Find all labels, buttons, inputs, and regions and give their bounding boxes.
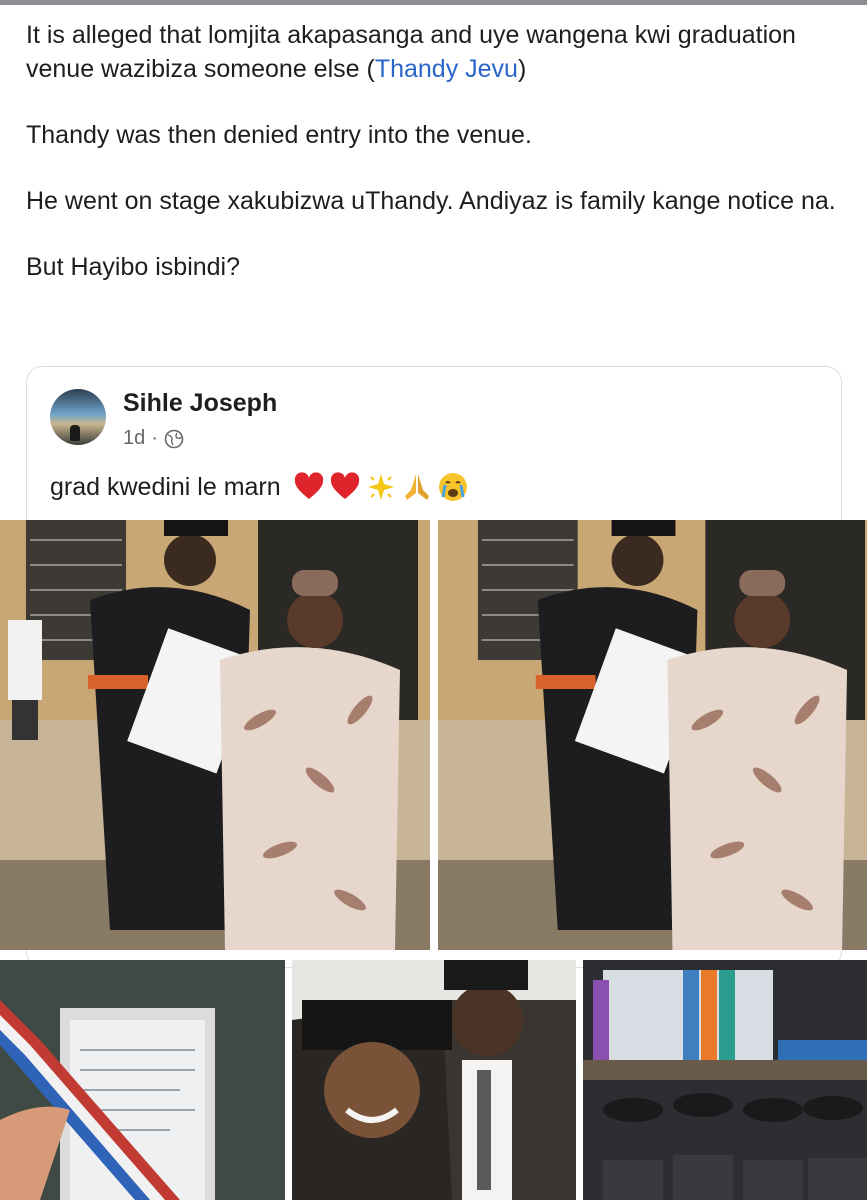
author-name[interactable]: Sihle Joseph [123, 389, 277, 418]
post-body: It is alleged that lomjita akapasanga an… [26, 18, 846, 316]
graduation-photo-2[interactable] [438, 520, 867, 950]
globe-icon [164, 429, 184, 448]
meta-separator: · [151, 427, 158, 449]
selfie-photo[interactable] [292, 960, 576, 1200]
avatar[interactable] [50, 389, 106, 445]
top-divider [0, 0, 867, 5]
heart-emoji-icon [294, 472, 323, 499]
post-paragraph-4: But Hayibo isbindi? [26, 253, 241, 281]
post-text-segment: ) [517, 55, 527, 83]
heart-emoji-icon [330, 472, 359, 499]
post-caption: grad kwedini le marn [50, 471, 469, 503]
praying-hands-emoji-icon [404, 474, 429, 500]
ceremony-hall-photo[interactable] [583, 960, 867, 1200]
post-time[interactable]: 1d [123, 427, 145, 450]
graduation-photo-1-image [0, 520, 430, 950]
selfie-photo-image [292, 960, 576, 1200]
post-meta: 1d · [123, 427, 184, 450]
ceremony-hall-photo-image [583, 960, 867, 1200]
certificate-photo[interactable] [0, 960, 285, 1200]
post-paragraph-2: Thandy was then denied entry into the ve… [26, 121, 532, 149]
post-paragraph-1: It is alleged that lomjita akapasanga an… [26, 18, 846, 86]
graduation-photo-1[interactable] [0, 520, 430, 950]
caption-text: grad kwedini le marn [50, 472, 281, 501]
crying-emoji-icon [438, 473, 467, 501]
photo-grid [0, 520, 867, 1200]
sparkle-emoji-icon [367, 474, 394, 500]
certificate-photo-image [0, 960, 285, 1200]
post-paragraph-3: He went on stage xakubizwa uThandy. Andi… [26, 187, 836, 215]
graduation-photo-2-image [438, 520, 867, 950]
mention-link[interactable]: Thandy Jevu [375, 55, 518, 83]
